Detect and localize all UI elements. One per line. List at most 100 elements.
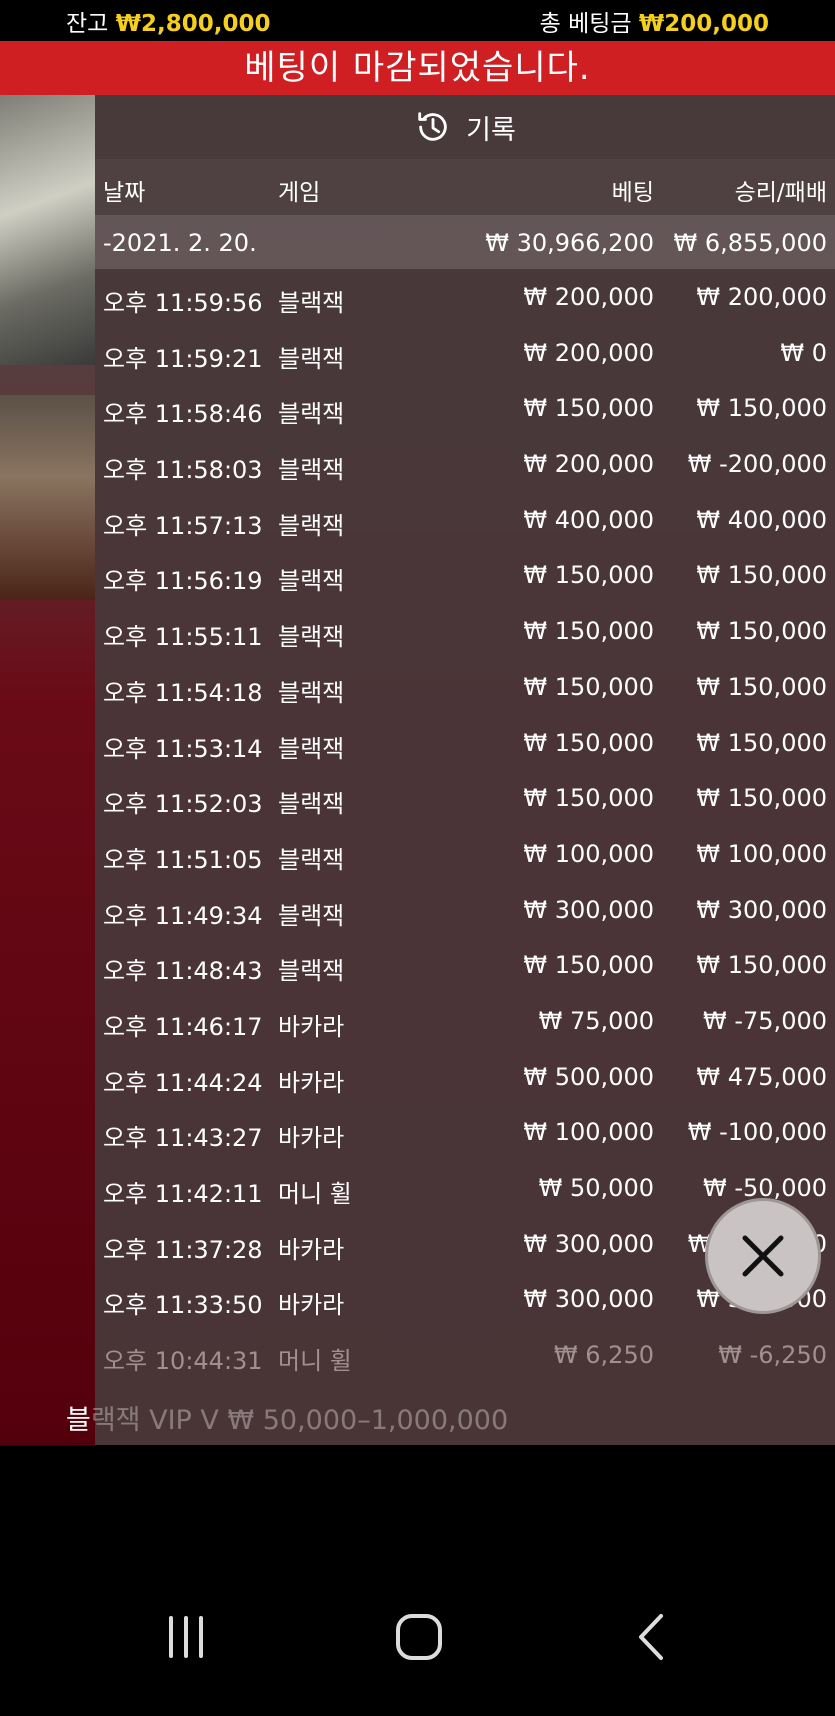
row-time: 오후 11:42:11 — [103, 1180, 263, 1208]
row-game: 바카라 — [278, 1068, 345, 1097]
history-title-label: 기록 — [466, 114, 516, 146]
row-bet: ₩ 300,000 — [523, 1285, 654, 1314]
row-bet: ₩ 200,000 — [523, 283, 654, 311]
betting-closed-banner: 베팅이 마감되었습니다. — [0, 41, 835, 95]
date-group-winloss-total: ₩ 6,855,000 — [673, 229, 827, 257]
row-winloss: ₩ 150,000 — [696, 951, 827, 980]
row-bet: ₩ 75,000 — [538, 1006, 654, 1035]
row-game: 블랙잭 — [278, 511, 345, 540]
recents-button[interactable] — [156, 1607, 216, 1667]
date-group-date: -2021. 2. 20. — [103, 229, 257, 257]
row-winloss: ₩ 475,000 — [696, 1062, 827, 1091]
history-row[interactable]: 오후 11:58:46 블랙잭 ₩ 150,000 ₩ 150,000 — [95, 380, 835, 436]
row-time: 오후 11:49:34 — [103, 901, 263, 930]
row-game: 블랙잭 — [278, 289, 345, 317]
history-row[interactable]: 오후 11:56:19 블랙잭 ₩ 150,000 ₩ 150,000 — [95, 547, 835, 603]
row-winloss: ₩ -75,000 — [703, 1006, 827, 1035]
row-game: 블랙잭 — [278, 678, 345, 707]
row-time: 오후 11:58:46 — [103, 400, 263, 429]
row-bet: ₩ 150,000 — [523, 561, 654, 590]
row-winloss: ₩ 150,000 — [696, 784, 827, 813]
history-icon — [418, 112, 447, 141]
row-winloss: ₩ 150,000 — [696, 672, 827, 701]
row-game: 블랙잭 — [278, 845, 345, 874]
table-header: 날짜 게임 베팅 승리/패배 — [95, 159, 835, 215]
history-row[interactable]: 오후 11:49:34 블랙잭 ₩ 300,000 ₩ 300,000 — [95, 882, 835, 938]
history-row[interactable]: 오후 11:55:11 블랙잭 ₩ 150,000 ₩ 150,000 — [95, 603, 835, 659]
row-time: 오후 11:55:11 — [103, 623, 263, 652]
history-row[interactable]: 오후 11:53:14 블랙잭 ₩ 150,000 ₩ 150,000 — [95, 715, 835, 771]
row-time: 오후 11:59:56 — [103, 289, 263, 317]
background-table-image — [0, 95, 95, 365]
row-game: 블랙잭 — [278, 456, 345, 485]
history-row[interactable]: 오후 11:51:05 블랙잭 ₩ 100,000 ₩ 100,000 — [95, 826, 835, 882]
row-winloss: ₩ 200,000 — [696, 283, 827, 311]
row-game: 블랙잭 — [278, 400, 345, 429]
row-winloss: ₩ 400,000 — [696, 505, 827, 534]
row-game: 블랙잭 — [278, 623, 345, 652]
row-time: 오후 11:59:21 — [103, 344, 263, 373]
row-bet: ₩ 150,000 — [523, 672, 654, 701]
row-time: 오후 11:44:24 — [103, 1068, 263, 1097]
row-bet: ₩ 300,000 — [523, 1229, 654, 1258]
home-icon — [396, 1614, 442, 1660]
row-bet: ₩ 150,000 — [523, 394, 654, 423]
row-time: 오후 11:56:19 — [103, 567, 263, 596]
history-row[interactable]: 오후 11:42:11 머니 휠 ₩ 50,000 ₩ -50,000 — [95, 1160, 835, 1216]
row-bet: ₩ 6,250 — [553, 1341, 654, 1370]
header-game: 게임 — [278, 180, 321, 206]
row-time: 오후 11:46:17 — [103, 1012, 263, 1041]
header-bet: 베팅 — [611, 180, 654, 206]
row-time: 오후 11:52:03 — [103, 790, 263, 819]
row-time: 오후 11:43:27 — [103, 1124, 263, 1153]
background-dealer-image — [0, 395, 95, 600]
row-bet: ₩ 500,000 — [523, 1062, 654, 1091]
total-bet-value: ₩200,000 — [638, 11, 769, 37]
history-row[interactable]: 오후 11:57:13 블랙잭 ₩ 400,000 ₩ 400,000 — [95, 492, 835, 548]
date-group-row[interactable]: -2021. 2. 20. ₩ 30,966,200 ₩ 6,855,000 — [95, 215, 835, 269]
history-row[interactable]: 오후 11:52:03 블랙잭 ₩ 150,000 ₩ 150,000 — [95, 770, 835, 826]
history-row[interactable]: 오후 11:46:17 바카라 ₩ 75,000 ₩ -75,000 — [95, 993, 835, 1049]
row-time: 오후 11:58:03 — [103, 456, 263, 485]
home-button[interactable] — [389, 1607, 449, 1667]
history-row[interactable]: 오후 11:58:03 블랙잭 ₩ 200,000 ₩ -200,000 — [95, 436, 835, 492]
row-game: 블랙잭 — [278, 957, 345, 986]
row-game: 블랙잭 — [278, 901, 345, 930]
table-limit-text: 랙잭 VIP V ₩ 50,000–1,000,000 — [90, 1405, 509, 1436]
top-status-bar: 잔고 ₩2,800,000 총 베팅금 ₩200,000 — [0, 0, 835, 41]
history-row[interactable]: 오후 11:43:27 바카라 ₩ 100,000 ₩ -100,000 — [95, 1104, 835, 1160]
row-bet: ₩ 100,000 — [523, 1118, 654, 1147]
total-bet-label: 총 베팅금 — [539, 11, 632, 37]
row-winloss: ₩ -100,000 — [687, 1118, 827, 1147]
row-bet: ₩ 150,000 — [523, 728, 654, 757]
row-winloss: ₩ -6,250 — [718, 1341, 827, 1370]
row-bet: ₩ 300,000 — [523, 895, 654, 924]
close-button[interactable] — [705, 1198, 821, 1314]
row-game: 블랙잭 — [278, 344, 345, 373]
date-group-bet-total: ₩ 30,966,200 — [485, 229, 654, 257]
recents-icon — [169, 1616, 203, 1658]
back-icon — [639, 1614, 663, 1660]
history-row[interactable]: 오후 11:59:21 블랙잭 ₩ 200,000 ₩ 0 — [95, 325, 835, 381]
row-bet: ₩ 200,000 — [523, 338, 654, 367]
history-row[interactable]: 오후 11:59:56 블랙잭 ₩ 200,000 ₩ 200,000 — [95, 269, 835, 325]
history-row[interactable]: 오후 11:44:24 바카라 ₩ 500,000 ₩ 475,000 — [95, 1049, 835, 1105]
table-limit-info: 블랙잭 VIP V ₩ 50,000–1,000,000 — [66, 1398, 508, 1437]
back-button[interactable] — [622, 1607, 682, 1667]
row-winloss: ₩ 150,000 — [696, 561, 827, 590]
row-winloss: ₩ 0 — [780, 338, 827, 367]
row-time: 오후 11:54:18 — [103, 678, 263, 707]
row-game: 바카라 — [278, 1235, 345, 1264]
row-game: 블랙잭 — [278, 567, 345, 596]
row-time: 오후 10:44:31 — [103, 1347, 263, 1376]
row-winloss: ₩ 150,000 — [696, 617, 827, 646]
balance: 잔고 ₩2,800,000 — [66, 4, 271, 38]
row-game: 바카라 — [278, 1291, 345, 1320]
close-icon — [742, 1235, 784, 1277]
history-row[interactable]: 오후 11:48:43 블랙잭 ₩ 150,000 ₩ 150,000 — [95, 937, 835, 993]
row-time: 오후 11:51:05 — [103, 845, 263, 874]
row-winloss: ₩ 300,000 — [696, 895, 827, 924]
row-bet: ₩ 150,000 — [523, 784, 654, 813]
history-row[interactable]: 오후 11:54:18 블랙잭 ₩ 150,000 ₩ 150,000 — [95, 659, 835, 715]
history-row[interactable]: 오후 10:44:31 머니 휠 ₩ 6,250 ₩ -6,250 — [95, 1327, 835, 1383]
